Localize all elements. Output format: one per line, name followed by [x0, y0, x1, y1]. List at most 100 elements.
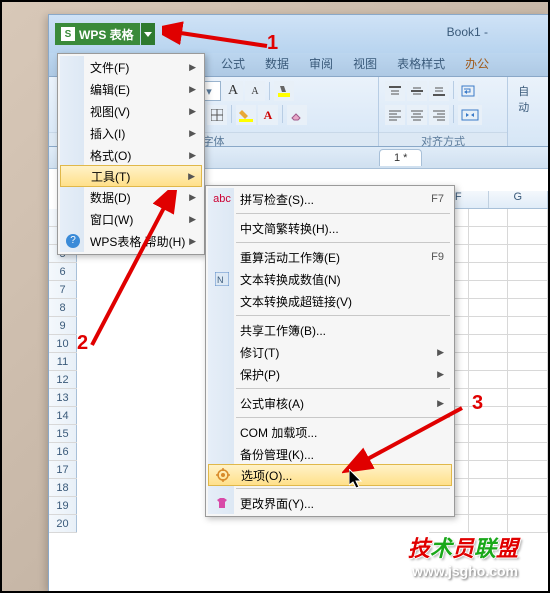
cell[interactable] [469, 461, 509, 479]
increase-font-button[interactable]: A [223, 81, 243, 101]
menu-file[interactable]: 文件(F)▶ [60, 56, 202, 78]
row-header[interactable]: 6 [49, 263, 77, 281]
cell[interactable] [508, 299, 548, 317]
row-header[interactable]: 19 [49, 497, 77, 515]
align-bottom-button[interactable] [429, 81, 449, 101]
app-menu-button[interactable]: S WPS 表格 [55, 23, 140, 45]
cell[interactable] [469, 299, 509, 317]
cell[interactable] [469, 371, 509, 389]
cell[interactable] [508, 461, 548, 479]
cell[interactable] [508, 209, 548, 227]
cell[interactable] [508, 281, 548, 299]
cell[interactable] [469, 335, 509, 353]
submenu-recalc[interactable]: 重算活动工作簿(E)F9 [208, 246, 452, 268]
menu-data[interactable]: 数据(D)▶ [60, 186, 202, 208]
cell[interactable] [508, 335, 548, 353]
row-header[interactable]: 11 [49, 353, 77, 371]
align-middle-button[interactable] [407, 81, 427, 101]
highlight-button[interactable] [274, 81, 294, 101]
submenu-protect[interactable]: 保护(P)▶ [208, 363, 452, 385]
row-header[interactable]: 10 [49, 335, 77, 353]
cell[interactable] [469, 443, 509, 461]
menu-format[interactable]: 格式(O)▶ [60, 144, 202, 166]
submenu-share[interactable]: 共享工作簿(B)... [208, 319, 452, 341]
submenu-audit[interactable]: 公式审核(A)▶ [208, 392, 452, 414]
cell[interactable] [508, 515, 548, 533]
cell[interactable] [469, 515, 509, 533]
row-header[interactable]: 18 [49, 479, 77, 497]
fill-color-button[interactable] [236, 105, 256, 125]
row-header[interactable]: 15 [49, 425, 77, 443]
cell[interactable] [469, 479, 509, 497]
align-top-button[interactable] [385, 81, 405, 101]
merge-button[interactable] [458, 105, 482, 125]
cell[interactable] [469, 263, 509, 281]
row-header[interactable]: 8 [49, 299, 77, 317]
cell[interactable] [508, 389, 548, 407]
menu-insert[interactable]: 插入(I)▶ [60, 122, 202, 144]
cell[interactable] [469, 227, 509, 245]
cell[interactable] [469, 497, 509, 515]
row-header[interactable]: 17 [49, 461, 77, 479]
cell[interactable] [508, 245, 548, 263]
row-header[interactable]: 14 [49, 407, 77, 425]
app-menu: 文件(F)▶ 编辑(E)▶ 视图(V)▶ 插入(I)▶ 格式(O)▶ 工具(T)… [57, 53, 205, 255]
ribbon-group-auto: 自动 [508, 77, 548, 146]
cell[interactable] [469, 281, 509, 299]
cell[interactable] [508, 407, 548, 425]
row-header[interactable]: 20 [49, 515, 77, 533]
submenu-text2link[interactable]: 文本转换成超链接(V) [208, 290, 452, 312]
menu-window[interactable]: 窗口(W)▶ [60, 208, 202, 230]
row-header[interactable]: 7 [49, 281, 77, 299]
tab-formula[interactable]: 公式 [211, 51, 255, 76]
submenu-com-addins[interactable]: COM 加载项... [208, 421, 452, 443]
cell[interactable] [469, 425, 509, 443]
cell[interactable] [508, 263, 548, 281]
submenu-revision[interactable]: 修订(T)▶ [208, 341, 452, 363]
cell[interactable] [508, 371, 548, 389]
align-center-button[interactable] [407, 105, 427, 125]
cell[interactable] [508, 425, 548, 443]
tab-office[interactable]: 办公 [455, 51, 499, 76]
cell[interactable] [469, 245, 509, 263]
app-menu-dropdown-icon[interactable] [141, 23, 155, 45]
submenu-options[interactable]: 选项(O)... [208, 464, 452, 486]
tab-view[interactable]: 视图 [343, 51, 387, 76]
cell[interactable] [429, 515, 469, 533]
menu-edit[interactable]: 编辑(E)▶ [60, 78, 202, 100]
document-tab[interactable]: 1 * [379, 149, 422, 166]
submenu-change-skin[interactable]: 更改界面(Y)... [208, 492, 452, 514]
cell[interactable] [508, 497, 548, 515]
cell[interactable] [469, 353, 509, 371]
border-button[interactable] [207, 105, 227, 125]
clear-format-button[interactable] [287, 105, 307, 125]
tab-table-style[interactable]: 表格样式 [387, 51, 455, 76]
cell[interactable] [508, 353, 548, 371]
submenu-sc-convert[interactable]: 中文简繁转换(H)... [208, 217, 452, 239]
cell[interactable] [508, 227, 548, 245]
cell[interactable] [508, 479, 548, 497]
menu-view[interactable]: 视图(V)▶ [60, 100, 202, 122]
separator [231, 105, 232, 123]
cell[interactable] [508, 317, 548, 335]
align-right-button[interactable] [429, 105, 449, 125]
row-header[interactable]: 13 [49, 389, 77, 407]
cell[interactable] [469, 209, 509, 227]
cell[interactable] [508, 443, 548, 461]
column-header[interactable]: G [489, 191, 549, 208]
row-header[interactable]: 16 [49, 443, 77, 461]
menu-tools[interactable]: 工具(T)▶ [60, 165, 202, 187]
menu-help[interactable]: ?WPS表格 帮助(H)▶ [60, 230, 202, 252]
submenu-spellcheck[interactable]: abc 拼写检查(S)... F7 [208, 188, 452, 210]
wrap-text-button[interactable] [458, 81, 478, 101]
tab-review[interactable]: 审阅 [299, 51, 343, 76]
row-header[interactable]: 9 [49, 317, 77, 335]
submenu-text2num[interactable]: N 文本转换成数值(N) [208, 268, 452, 290]
cell[interactable] [469, 317, 509, 335]
align-left-button[interactable] [385, 105, 405, 125]
font-color-button[interactable]: A [258, 105, 278, 125]
decrease-font-button[interactable]: A [245, 81, 265, 101]
submenu-backup[interactable]: 备份管理(K)... [208, 443, 452, 465]
auto-sum-button[interactable]: 自动 [514, 81, 542, 117]
row-header[interactable]: 12 [49, 371, 77, 389]
